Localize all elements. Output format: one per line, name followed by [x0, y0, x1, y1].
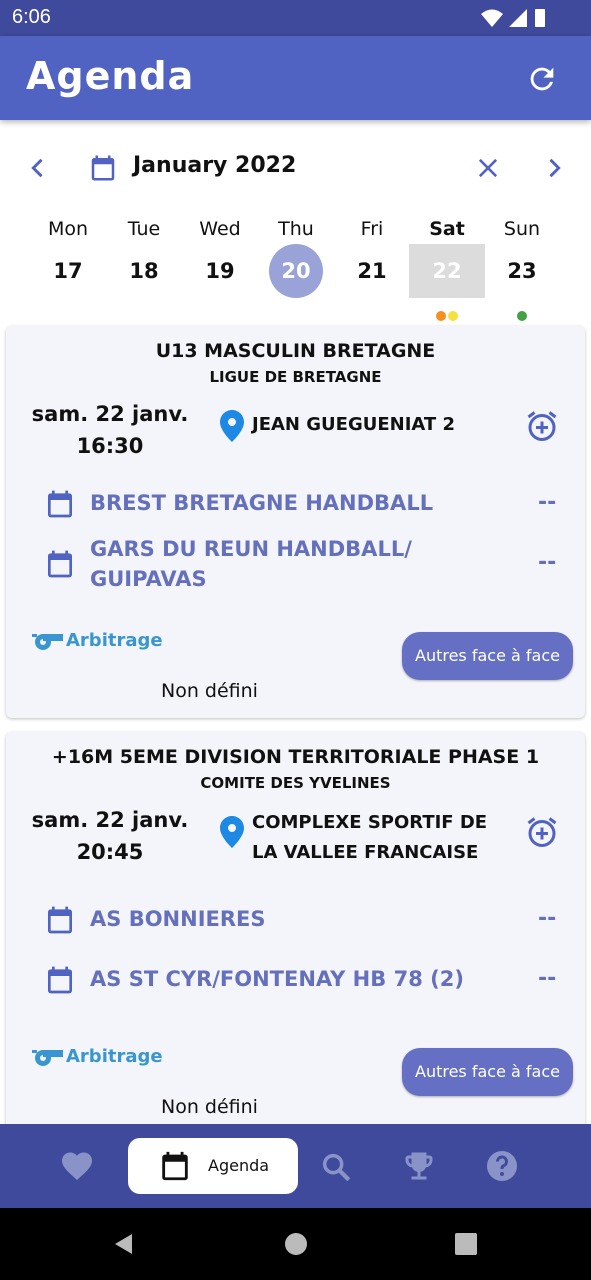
competition-title: +16M 5EME DIVISION TERRITORIALE PHASE 1 [51, 746, 540, 768]
location-pin-icon [220, 410, 244, 442]
day-tue[interactable]: Tue 18 [106, 214, 182, 314]
page-title: Agenda [26, 54, 195, 98]
day-name: Thu [278, 218, 314, 240]
chevron-right-icon[interactable] [540, 152, 568, 184]
away-team[interactable]: AS ST CYR/FONTENAY HB 78 (2) [90, 964, 470, 994]
home-icon[interactable] [284, 1232, 308, 1256]
day-wed[interactable]: Wed 19 [182, 214, 258, 314]
match-datetime: sam. 22 janv. 16:30 [26, 398, 194, 462]
system-navigation-bar [0, 1208, 591, 1280]
calendar-icon [48, 906, 72, 934]
match-date: sam. 22 janv. [31, 402, 189, 426]
calendar-icon[interactable] [88, 152, 118, 184]
league-name: LIGUE DE BRETAGNE [209, 368, 382, 386]
day-number: 23 [507, 259, 537, 283]
event-dots [409, 306, 485, 325]
nav-agenda-label: Agenda [208, 1156, 270, 1175]
away-score: -- [538, 966, 557, 991]
day-thu-today[interactable]: Thu 20 [258, 214, 334, 314]
match-datetime: sam. 22 janv. 20:45 [26, 804, 194, 868]
match-time: 20:45 [76, 840, 144, 864]
calendar-icon [162, 1151, 188, 1181]
competition-title: U13 MASCULIN BRETAGNE [155, 340, 436, 362]
app-bar: Agenda [0, 36, 591, 120]
venue-name[interactable]: JEAN GUEGUENIAT 2 [252, 410, 512, 440]
day-name: Fri [360, 218, 384, 240]
match-time: 16:30 [76, 434, 144, 458]
day-name: Sat [429, 218, 465, 240]
calendar-icon [48, 966, 72, 994]
calendar-icon [48, 550, 72, 578]
calendar-icon [48, 490, 72, 518]
referee-value: Non défini [161, 680, 258, 702]
event-dot [448, 311, 458, 321]
event-dot [517, 311, 527, 321]
event-dot [436, 311, 446, 321]
away-score: -- [538, 550, 557, 575]
alarm-add-icon[interactable] [524, 408, 560, 444]
referee-label: Arbitrage [66, 630, 163, 651]
battery-icon [535, 9, 545, 27]
day-sat-selected[interactable]: Sat 22 [409, 214, 485, 321]
day-number: 18 [129, 259, 159, 283]
day-name: Wed [199, 218, 241, 240]
home-score: -- [538, 490, 557, 515]
match-date: sam. 22 janv. [31, 808, 189, 832]
day-fri[interactable]: Fri 21 [334, 214, 410, 314]
day-number: 19 [205, 259, 235, 283]
status-time: 6:06 [12, 6, 51, 28]
week-strip: Mon 17 Tue 18 Wed 19 Thu 20 Fri 21 Sat 2… [30, 214, 560, 324]
day-number: 22 [409, 244, 485, 298]
day-sun[interactable]: Sun 23 [484, 214, 560, 321]
day-name: Mon [47, 218, 89, 240]
alarm-add-icon[interactable] [524, 814, 560, 850]
status-icons [481, 8, 551, 32]
event-dots [484, 306, 560, 325]
home-score: -- [538, 906, 557, 931]
status-bar: 6:06 [0, 0, 591, 36]
favorites-heart-icon[interactable] [59, 1148, 95, 1184]
whistle-icon [32, 634, 63, 650]
match-card[interactable]: U13 MASCULIN BRETAGNE LIGUE DE BRETAGNE … [6, 326, 585, 718]
league-name: COMITE DES YVELINES [200, 774, 391, 792]
help-icon[interactable] [484, 1148, 520, 1184]
nav-agenda[interactable]: Agenda [128, 1138, 298, 1194]
trophy-icon[interactable] [401, 1148, 437, 1184]
month-label[interactable]: January 2022 [133, 153, 296, 178]
location-pin-icon [220, 816, 244, 848]
home-team[interactable]: AS BONNIERES [90, 904, 470, 934]
other-matchups-button[interactable]: Autres face à face [402, 632, 573, 680]
day-name: Tue [127, 218, 161, 240]
signal-icon [509, 9, 527, 27]
refresh-icon[interactable] [525, 62, 559, 96]
month-navigator: January 2022 [0, 148, 591, 188]
day-number: 17 [53, 259, 83, 283]
match-card[interactable]: +16M 5EME DIVISION TERRITORIALE PHASE 1 … [6, 732, 585, 1132]
back-icon[interactable] [112, 1232, 136, 1256]
close-icon[interactable] [474, 154, 502, 182]
other-matchups-button[interactable]: Autres face à face [402, 1048, 573, 1096]
referee-value: Non défini [161, 1096, 258, 1118]
wifi-icon [481, 9, 503, 27]
search-icon[interactable] [319, 1150, 353, 1184]
referee-label: Arbitrage [66, 1046, 163, 1067]
day-mon[interactable]: Mon 17 [30, 214, 106, 314]
chevron-left-icon[interactable] [24, 152, 52, 184]
venue-name[interactable]: COMPLEXE SPORTIF DE LA VALLEE FRANCAISE [252, 808, 512, 868]
bottom-navigation: Agenda [0, 1124, 591, 1208]
away-team[interactable]: GARS DU REUN HANDBALL/ GUIPAVAS [90, 534, 470, 594]
day-name: Sun [503, 218, 541, 240]
whistle-icon [32, 1050, 63, 1066]
day-number: 20 [269, 244, 323, 298]
day-number: 21 [357, 259, 387, 283]
home-team[interactable]: BREST BRETAGNE HANDBALL [90, 488, 470, 518]
recents-icon[interactable] [454, 1232, 478, 1256]
